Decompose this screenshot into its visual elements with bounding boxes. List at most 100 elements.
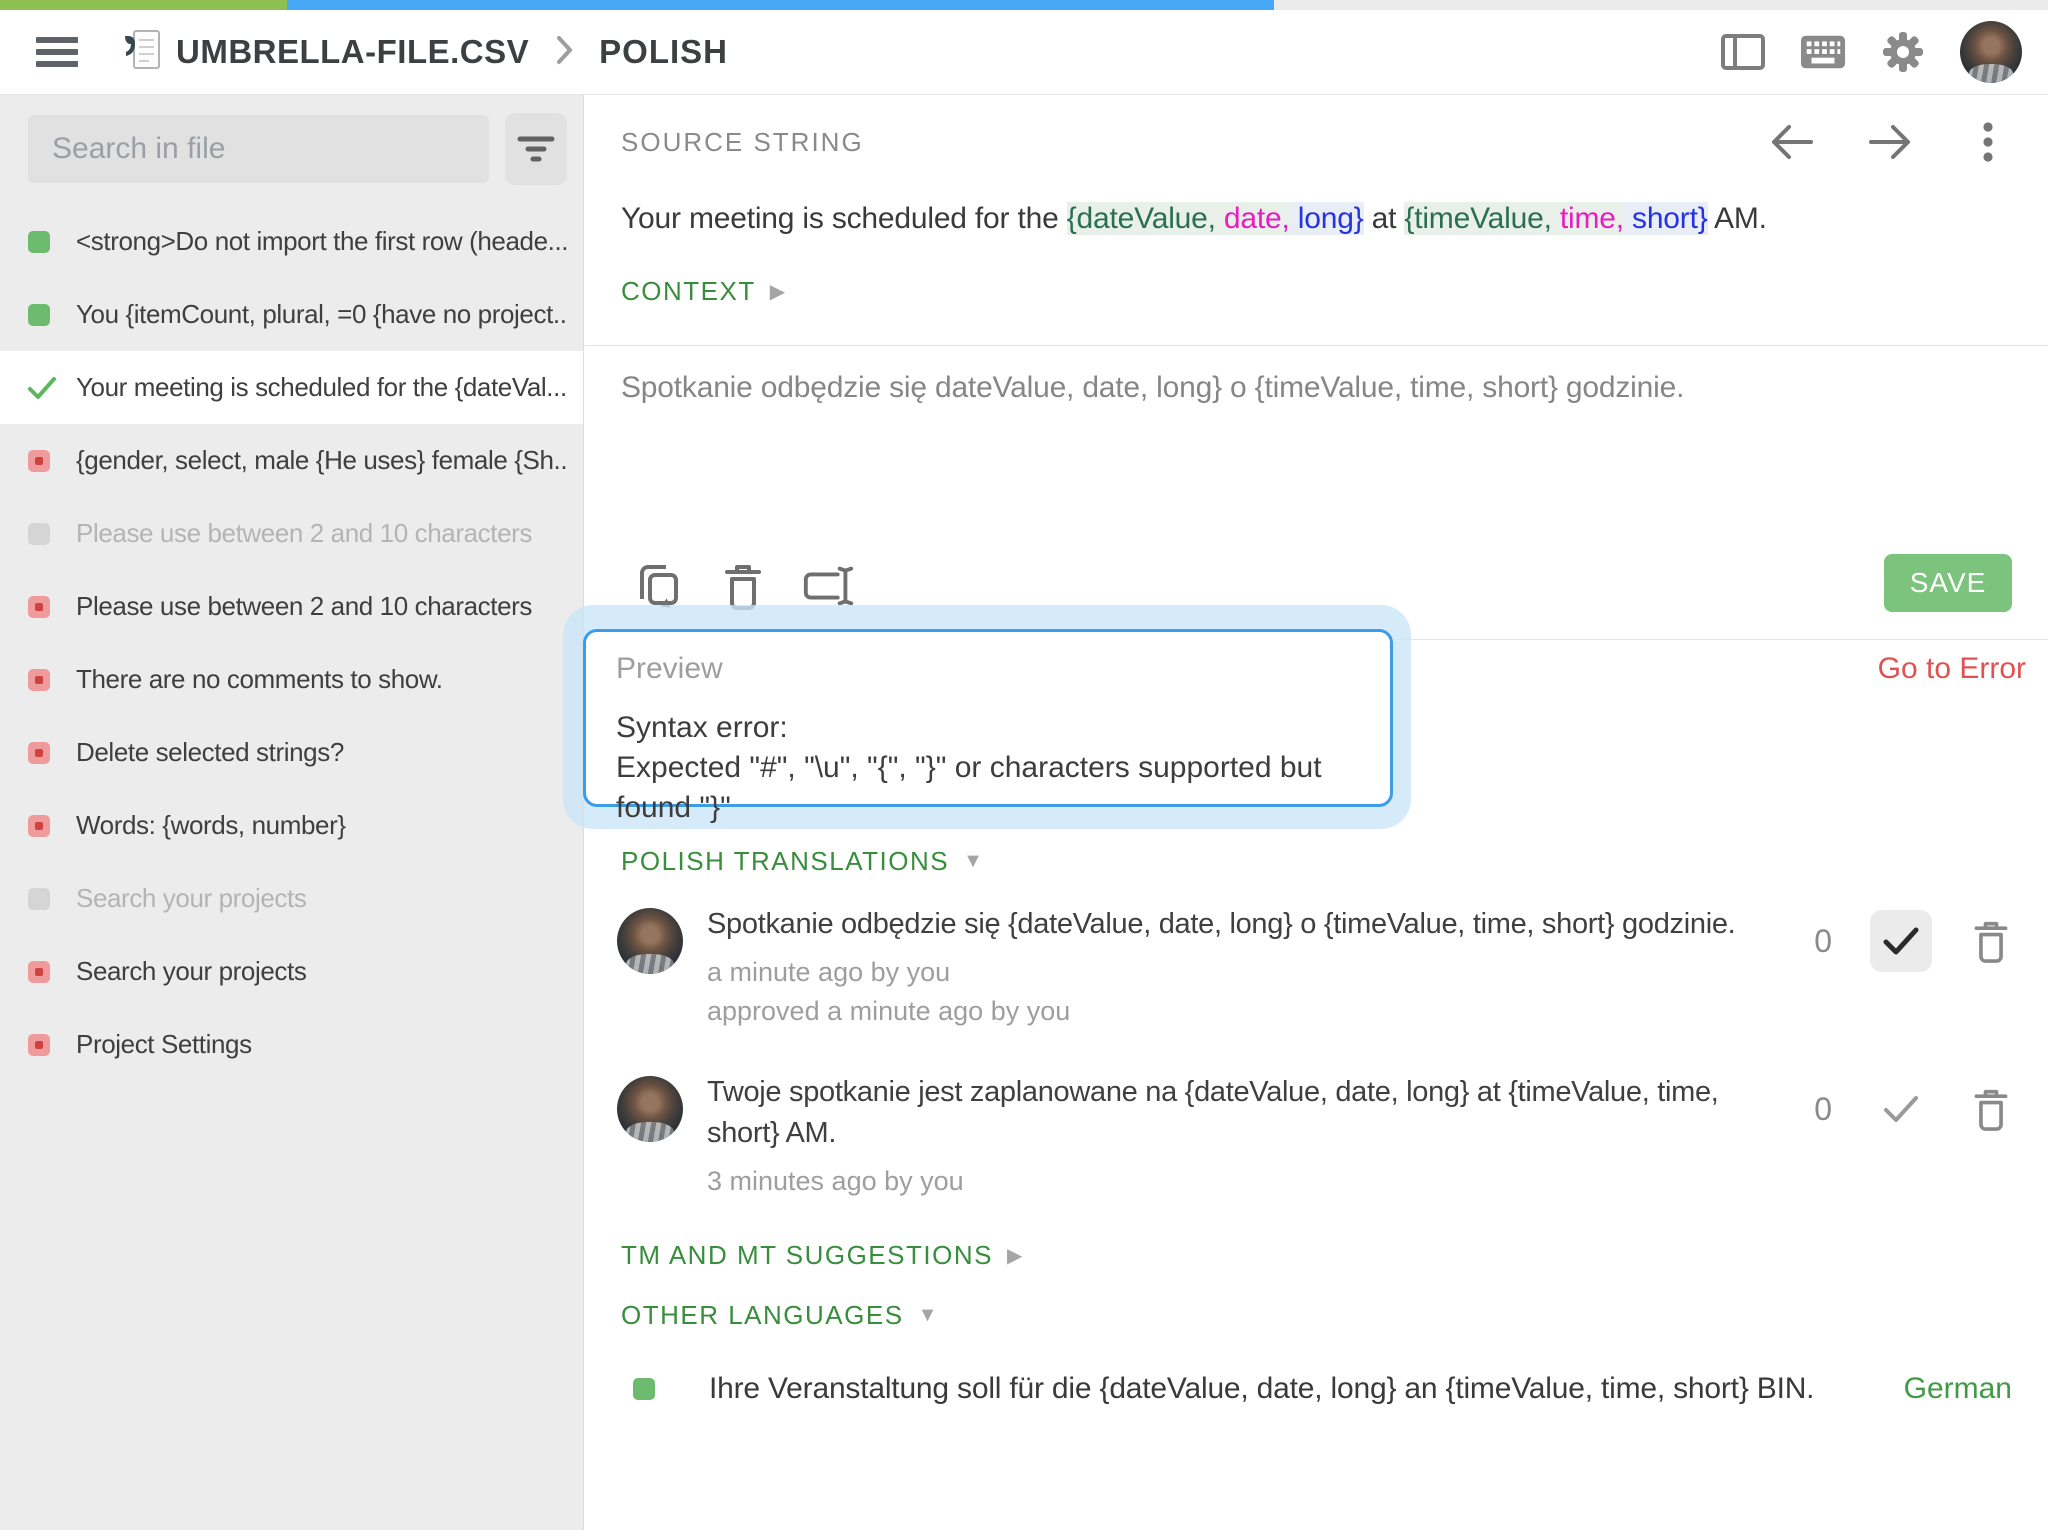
sidebar-item-label: Project Settings: [76, 1029, 252, 1059]
string-navigation: [1768, 120, 2012, 164]
untranslated-status-icon: [28, 887, 50, 910]
breadcrumb-language[interactable]: POLISH: [599, 33, 728, 71]
sidebar-string-item[interactable]: {gender, select, male {He uses} female {…: [0, 424, 583, 497]
sidebar-string-item[interactable]: Search your projects: [0, 935, 583, 1008]
syntax-error-detail: Expected "#", "\u", "{", "}" or characte…: [616, 751, 1322, 824]
preview-box: Preview Syntax error: Expected "#", "\u"…: [583, 629, 1393, 824]
sidebar-string-item[interactable]: Please use between 2 and 10 characters: [0, 570, 583, 643]
context-toggle[interactable]: CONTEXT ▶: [621, 276, 787, 307]
sidebar-search-row: [28, 113, 567, 185]
breadcrumb-file-name[interactable]: UMBRELLA-FILE.CSV: [176, 33, 529, 71]
translation-body: Spotkanie odbędzie się {dateValue, date,…: [707, 904, 1777, 1027]
sidebar-string-item[interactable]: <strong>Do not import the first row (hea…: [0, 205, 583, 278]
translation-editor-app: UMBRELLA-FILE.CSV POLISH Search in file …: [0, 0, 2048, 1530]
sidebar-item-label: <strong>Do not import the first row (hea…: [76, 226, 567, 256]
approve-translation-button[interactable]: [1870, 910, 1932, 972]
filter-button[interactable]: [505, 113, 567, 185]
sidebar-string-item[interactable]: Project Settings: [0, 1008, 583, 1081]
sidebar-string-item[interactable]: Delete selected strings?: [0, 716, 583, 789]
sidebar-string-item[interactable]: Please use between 2 and 10 characters: [0, 497, 583, 570]
preview-title: Preview: [616, 652, 723, 685]
next-string-icon[interactable]: [1866, 120, 1914, 164]
context-label: CONTEXT: [621, 276, 756, 306]
sidebar-item-label: Please use between 2 and 10 characters: [76, 518, 532, 548]
preview-popup: Preview Syntax error: Expected "#", "\u"…: [563, 605, 1411, 829]
vote-count: 0: [1814, 1090, 1832, 1127]
sidebar-item-label: There are no comments to show.: [76, 664, 443, 694]
search-input[interactable]: [28, 115, 490, 183]
tm-suggestions-label: TM AND MT SUGGESTIONS: [621, 1240, 993, 1270]
source-text-segment: Your meeting is scheduled for the: [621, 202, 1067, 235]
vote-count: 0: [1814, 922, 1832, 959]
progress-segment-remaining: [1273, 0, 2048, 10]
tm-suggestions-toggle[interactable]: TM AND MT SUGGESTIONS ▶: [621, 1240, 1024, 1271]
icu-placeholder-segment: time,: [1551, 202, 1624, 235]
more-options-kebab-icon[interactable]: [1964, 120, 2012, 164]
delete-translation-icon[interactable]: [1970, 1085, 2012, 1133]
sidebar-item-label: Search your projects: [76, 883, 307, 913]
polish-translations-toggle[interactable]: POLISH TRANSLATIONS ▼: [621, 846, 984, 877]
translated-status-icon: [28, 230, 50, 253]
error-status-icon: [28, 960, 50, 983]
other-languages-label: OTHER LANGUAGES: [621, 1300, 904, 1330]
source-string-label: SOURCE STRING: [621, 126, 864, 157]
sidebar-string-item[interactable]: You {itemCount, plural, =0 {have no proj…: [0, 278, 583, 351]
previous-string-icon[interactable]: [1768, 120, 1816, 164]
other-language-row[interactable]: Ihre Veranstaltung soll für die {dateVal…: [633, 1372, 2012, 1406]
other-languages-toggle[interactable]: OTHER LANGUAGES ▼: [621, 1300, 939, 1331]
translation-controls: 0: [1814, 904, 2012, 972]
source-text-segment: AM.: [1707, 202, 1767, 235]
error-status-icon: [28, 595, 50, 618]
icu-placeholder-segment: {dateValue,: [1066, 202, 1216, 235]
other-language-name[interactable]: German: [1904, 1372, 2012, 1406]
sidebar-item-label: Words: {words, number}: [76, 810, 346, 840]
sidebar-string-item[interactable]: Words: {words, number}: [0, 789, 583, 862]
sidebar-item-label: Your meeting is scheduled for the {dateV…: [76, 372, 567, 402]
side-by-side-view-icon[interactable]: [1720, 29, 1766, 75]
strings-sidebar: <strong>Do not import the first row (hea…: [0, 94, 584, 1530]
error-status-icon: [28, 741, 50, 764]
sidebar-string-item[interactable]: There are no comments to show.: [0, 643, 583, 716]
icu-placeholder-segment: {timeValue,: [1404, 202, 1552, 235]
save-button[interactable]: SAVE: [1884, 554, 2012, 612]
approve-translation-button[interactable]: [1870, 1078, 1932, 1140]
sidebar-string-item[interactable]: Your meeting is scheduled for the {dateV…: [0, 351, 583, 424]
breadcrumb: UMBRELLA-FILE.CSV POLISH: [78, 28, 728, 77]
divider: [585, 345, 2048, 346]
expand-right-icon: ▶: [769, 281, 787, 303]
progress-segment-approved: [0, 0, 287, 10]
sidebar-string-item[interactable]: Search your projects: [0, 862, 583, 935]
approved-status-icon: [28, 376, 56, 399]
chevron-right-icon: [555, 35, 573, 70]
collapse-down-icon: ▼: [963, 850, 985, 872]
sidebar-item-label: {gender, select, male {He uses} female {…: [76, 445, 567, 475]
sidebar-item-label: Search your projects: [76, 956, 307, 986]
editor-main-panel: SOURCE STRING Your meeting is scheduled …: [563, 94, 2048, 1530]
translation-timestamp: a minute ago by you: [707, 957, 951, 987]
sidebar-item-label: Please use between 2 and 10 characters: [76, 591, 532, 621]
csv-file-icon: [122, 28, 162, 77]
error-status-icon: [28, 814, 50, 837]
go-to-error-link[interactable]: Go to Error: [1878, 652, 2026, 686]
translation-textarea[interactable]: Spotkanie odbędzie się dateValue, date, …: [621, 366, 1988, 546]
error-status-icon: [28, 449, 50, 472]
settings-gear-icon[interactable]: [1880, 29, 1926, 75]
user-avatar[interactable]: [1960, 21, 2022, 83]
delete-translation-icon[interactable]: [1970, 917, 2012, 965]
icu-placeholder-segment: long}: [1289, 202, 1364, 235]
string-list: <strong>Do not import the first row (hea…: [0, 205, 583, 1081]
expand-right-icon: ▶: [1006, 1245, 1024, 1267]
progress-segment-translated: [286, 0, 1274, 10]
translator-avatar: [617, 908, 683, 974]
keyboard-shortcuts-icon[interactable]: [1800, 29, 1846, 75]
icu-placeholder-segment: date,: [1215, 202, 1290, 235]
menu-icon[interactable]: [36, 37, 78, 67]
error-status-icon: [28, 668, 50, 691]
sidebar-item-label: You {itemCount, plural, =0 {have no proj…: [76, 299, 567, 329]
translation-row: Spotkanie odbędzie się {dateValue, date,…: [617, 904, 2012, 1027]
other-language-translation: Ihre Veranstaltung soll für die {dateVal…: [709, 1372, 1815, 1405]
translation-body: Twoje spotkanie jest zaplanowane na {dat…: [707, 1072, 1777, 1197]
translator-avatar: [617, 1076, 683, 1142]
source-text-segment: at: [1363, 202, 1405, 235]
file-progress-bar: [0, 0, 2048, 10]
